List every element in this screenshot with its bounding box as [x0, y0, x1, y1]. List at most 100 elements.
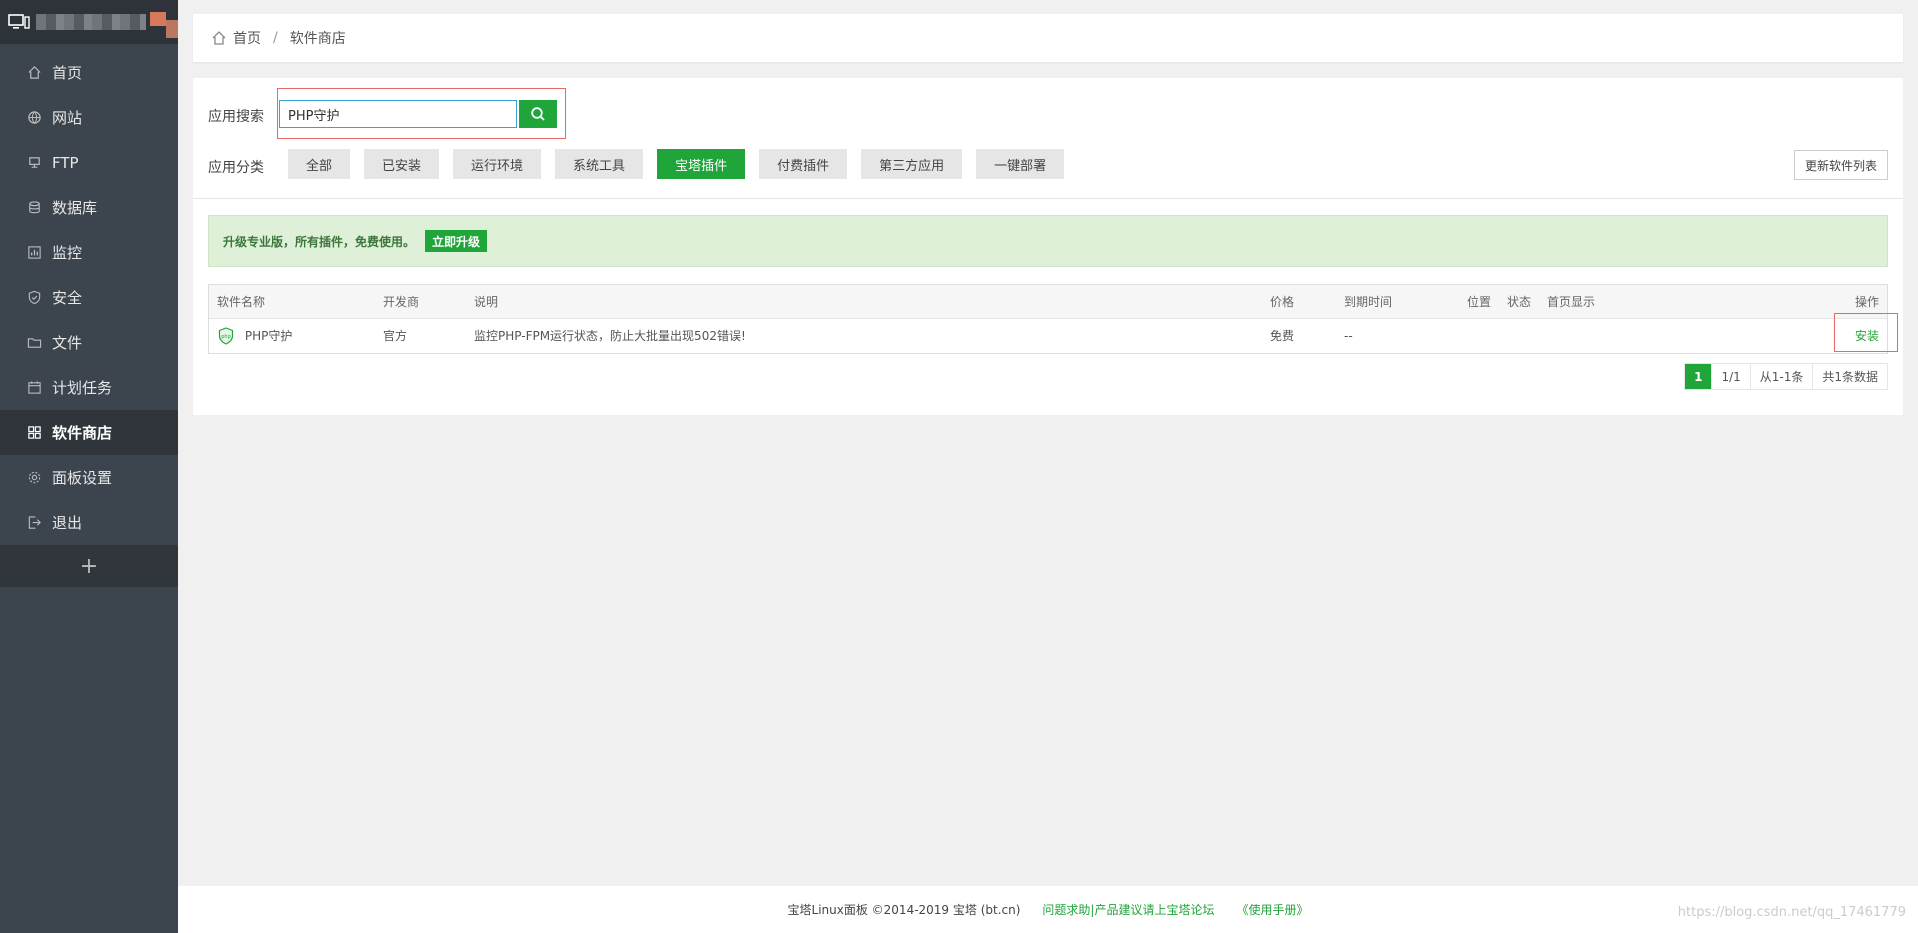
breadcrumb-current: 软件商店	[289, 31, 346, 47]
breadcrumb-separator: /	[273, 30, 278, 46]
sidebar-item-label: 首页	[52, 64, 83, 82]
home-icon	[26, 65, 42, 81]
page-count: 1/1	[1711, 364, 1749, 389]
refresh-list-button[interactable]: 更新软件列表	[1793, 150, 1888, 180]
divider	[193, 198, 1903, 199]
cell-name: php PHP守护	[209, 318, 375, 353]
search-icon	[531, 107, 545, 121]
tab-bt-plugins[interactable]: 宝塔插件	[657, 149, 746, 179]
sidebar-item-label: FTP	[52, 153, 79, 172]
sidebar-item-cron[interactable]: 计划任务	[0, 365, 178, 410]
footer: 宝塔Linux面板 ©2014-2019 宝塔 (bt.cn) 问题求助|产品建…	[178, 886, 1918, 933]
tab-third-party[interactable]: 第三方应用	[861, 149, 963, 179]
gear-icon	[26, 470, 42, 486]
pagination: 1 1/1 从1-1条 共1条数据	[1684, 363, 1888, 390]
col-vendor: 开发商	[383, 294, 420, 309]
software-store-panel: 应用搜索 应用分类 全部 已安装 运行环境 系统工具 宝塔插件 付费插件 第三方…	[193, 78, 1903, 415]
tab-runtime[interactable]: 运行环境	[453, 149, 542, 179]
home-icon	[212, 31, 226, 45]
col-price: 价格	[1270, 294, 1295, 309]
sidebar-item-settings[interactable]: 面板设置	[0, 455, 178, 500]
shield-icon	[26, 290, 42, 306]
sidebar-item-logout[interactable]: 退出	[0, 500, 178, 545]
sidebar-item-store[interactable]: 软件商店	[0, 410, 178, 455]
category-label: 应用分类	[208, 160, 264, 176]
sidebar-item-label: 软件商店	[52, 424, 113, 442]
tab-installed[interactable]: 已安装	[364, 149, 440, 179]
tab-one-click-deploy[interactable]: 一键部署	[976, 149, 1065, 179]
sidebar-item-files[interactable]: 文件	[0, 320, 178, 365]
page-current[interactable]: 1	[1685, 364, 1712, 389]
sidebar-item-home[interactable]: 首页	[0, 50, 178, 95]
sidebar-item-label: 面板设置	[52, 469, 113, 487]
footer-copyright: 宝塔Linux面板 ©2014-2019 宝塔 (bt.cn)	[787, 903, 1021, 917]
tab-system-tools[interactable]: 系统工具	[555, 149, 644, 179]
svg-text:php: php	[221, 334, 231, 340]
software-name: PHP守护	[244, 328, 293, 343]
sidebar-item-label: 监控	[52, 244, 83, 262]
blurred-hostname	[36, 14, 146, 30]
col-action: 操作	[1854, 294, 1879, 309]
cell-description: 监控PHP-FPM运行状态，防止大批量出现502错误!	[474, 329, 746, 344]
cell-status	[1499, 318, 1539, 353]
sidebar-item-label: 网站	[52, 109, 83, 127]
globe-icon	[26, 110, 42, 126]
watermark: https://blog.csdn.net/qq_17461779	[1677, 905, 1906, 920]
blurred-badge-2	[166, 20, 178, 38]
sidebar-item-label: 数据库	[52, 199, 98, 217]
cell-home-display	[1539, 318, 1753, 353]
upgrade-button[interactable]: 立即升级	[425, 230, 488, 252]
grid-icon	[26, 425, 42, 441]
upgrade-banner: 升级专业版，所有插件，免费使用。 立即升级	[208, 215, 1888, 267]
search-button[interactable]	[519, 100, 557, 128]
footer-forum-link[interactable]: 问题求助|产品建议请上宝塔论坛	[1042, 901, 1214, 918]
cell-vendor: 官方	[383, 329, 408, 344]
monitor-icon	[8, 14, 30, 29]
sidebar-item-monitor[interactable]: 监控	[0, 230, 178, 275]
software-table: 软件名称 开发商 说明 价格 到期时间 位置 状态 首页显示 操作 php PH…	[208, 284, 1888, 354]
cell-price: 免费	[1270, 329, 1295, 344]
install-link[interactable]: 安装	[1855, 329, 1879, 343]
category-tabs: 全部 已安装 运行环境 系统工具 宝塔插件 付费插件 第三方应用 一键部署	[288, 149, 1078, 179]
sidebar-item-database[interactable]: 数据库	[0, 185, 178, 230]
logout-icon	[26, 515, 42, 531]
breadcrumb-home-link[interactable]: 首页	[233, 28, 261, 48]
footer-manual-link[interactable]: 《使用手册》	[1236, 901, 1308, 918]
sidebar-header	[0, 0, 178, 44]
table-row: php PHP守护 官方 监控PHP-FPM运行状态，防止大批量出现502错误!…	[209, 318, 1887, 353]
add-shortcut-button[interactable]: +	[0, 545, 178, 587]
cell-expire: --	[1344, 328, 1353, 343]
col-name: 软件名称	[217, 294, 266, 309]
col-home-display: 首页显示	[1547, 294, 1596, 309]
monitor-chart-icon	[26, 245, 42, 261]
folder-icon	[26, 335, 42, 351]
col-description: 说明	[474, 294, 499, 309]
sidebar-item-label: 退出	[52, 514, 83, 532]
sidebar-item-label: 安全	[52, 289, 83, 307]
cell-location	[1459, 318, 1499, 353]
search-input[interactable]	[279, 100, 517, 128]
sidebar-item-label: 文件	[52, 334, 83, 352]
search-label: 应用搜索	[208, 109, 264, 125]
blurred-badge	[150, 12, 166, 26]
tab-all[interactable]: 全部	[288, 149, 351, 179]
sidebar-item-ftp[interactable]: FTP	[0, 140, 178, 185]
col-status: 状态	[1507, 294, 1532, 309]
calendar-icon	[26, 380, 42, 396]
sidebar-item-website[interactable]: 网站	[0, 95, 178, 140]
cell-action: 安装	[1753, 318, 1887, 353]
sidebar-item-security[interactable]: 安全	[0, 275, 178, 320]
database-icon	[26, 200, 42, 216]
php-shield-icon: php	[218, 327, 234, 345]
ftp-icon	[26, 155, 42, 171]
page-total: 共1条数据	[1812, 364, 1887, 389]
sidebar-item-label: 计划任务	[52, 379, 113, 397]
tab-paid-plugins[interactable]: 付费插件	[759, 149, 848, 179]
upgrade-banner-text: 升级专业版，所有插件，免费使用。	[223, 234, 416, 249]
sidebar: 首页 网站 FTP 数据库 监控 安全 文件 计划任务 软件商店 面板设置 退出…	[0, 0, 178, 933]
page-range: 从1-1条	[1749, 364, 1813, 389]
col-expire: 到期时间	[1344, 294, 1393, 309]
col-location: 位置	[1467, 294, 1492, 309]
breadcrumb: 首页 / 软件商店	[193, 14, 1903, 62]
sidebar-menu: 首页 网站 FTP 数据库 监控 安全 文件 计划任务 软件商店 面板设置 退出	[0, 50, 178, 545]
